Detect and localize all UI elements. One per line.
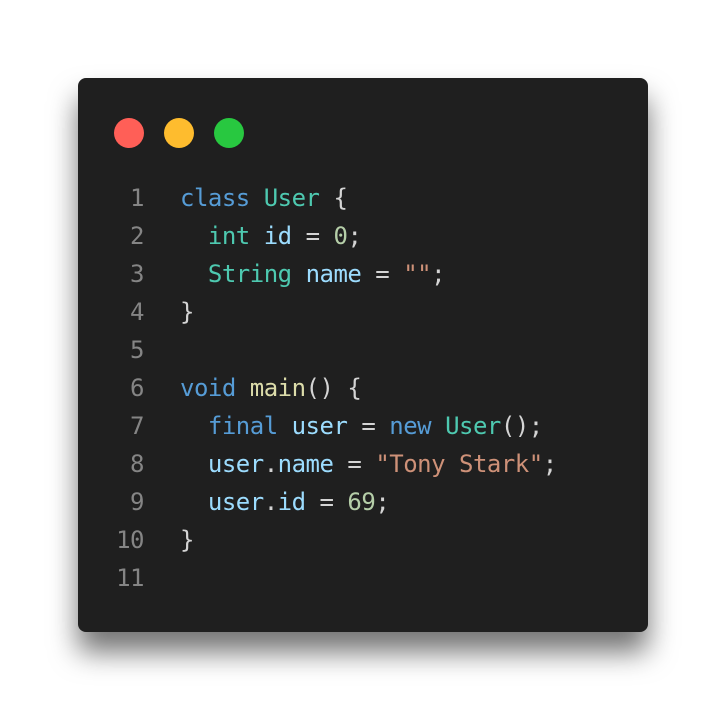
line-number: 9 <box>130 488 144 516</box>
code-token: name <box>305 260 362 288</box>
code-token: = <box>291 222 334 250</box>
code-token: user <box>207 450 264 478</box>
code-token: 0 <box>333 222 348 250</box>
line-number: 8 <box>130 450 144 478</box>
code-token: class <box>180 184 250 212</box>
code-token: "Tony Stark" <box>375 450 543 478</box>
code-token: { <box>319 184 348 212</box>
code-token: "" <box>403 260 432 288</box>
code-text: } <box>180 521 194 559</box>
code-token: user <box>207 488 264 516</box>
code-line: 8 user.name = "Tony Stark"; <box>78 445 557 483</box>
code-token: = <box>347 412 390 440</box>
code-line: 9 user.id = 69; <box>78 483 557 521</box>
code-token: (); <box>500 412 543 440</box>
code-token: User <box>263 184 320 212</box>
code-token: void <box>180 374 236 402</box>
code-token: = <box>305 488 348 516</box>
code-line: 1 class User { <box>78 179 557 217</box>
code-window: 1 class User {2 int id = 0; 3 String name … <box>78 78 648 632</box>
line-number: 5 <box>130 336 144 364</box>
code-token: } <box>180 526 194 554</box>
code-text: int id = 0; <box>180 217 362 255</box>
code-text: String name = ""; <box>180 255 446 293</box>
code-line: 2 int id = 0; <box>78 217 557 255</box>
code-block: 1 class User {2 int id = 0; 3 String name … <box>78 179 557 597</box>
window-controls <box>114 118 244 148</box>
code-token: = <box>333 450 376 478</box>
code-token: } <box>180 298 194 326</box>
code-line: 3 String name = ""; <box>78 255 557 293</box>
code-text: void main() { <box>180 369 362 407</box>
line-number: 3 <box>130 260 144 288</box>
code-token: main <box>249 374 306 402</box>
code-line: 10} <box>78 521 557 559</box>
line-number: 4 <box>130 298 144 326</box>
code-token: id <box>263 222 292 250</box>
code-line: 7 final user = new User(); <box>78 407 557 445</box>
code-line: 5 <box>78 331 557 369</box>
code-line: 4} <box>78 293 557 331</box>
code-token: new <box>389 412 432 440</box>
close-button[interactable] <box>114 118 144 148</box>
line-number: 1 <box>130 184 144 212</box>
line-number: 6 <box>130 374 144 402</box>
line-number: 11 <box>116 564 144 592</box>
code-token: name <box>277 450 334 478</box>
line-number: 2 <box>130 222 144 250</box>
code-token: . <box>263 450 278 478</box>
code-line: 11 <box>78 559 557 597</box>
code-text: user.id = 69; <box>180 483 390 521</box>
code-token: id <box>277 488 306 516</box>
code-token: User <box>445 412 501 440</box>
code-token: String <box>207 260 292 288</box>
code-token: final <box>207 412 278 440</box>
code-text: } <box>180 293 194 331</box>
code-token: ; <box>542 450 557 478</box>
code-token: = <box>361 260 404 288</box>
code-token: 69 <box>347 488 376 516</box>
code-token: () { <box>305 374 362 402</box>
line-number: 7 <box>130 412 144 440</box>
code-token: int <box>207 222 250 250</box>
code-text: user.name = "Tony Stark"; <box>180 445 557 483</box>
code-token: ; <box>347 222 362 250</box>
code-token: ; <box>375 488 390 516</box>
code-text: class User { <box>180 179 348 217</box>
maximize-button[interactable] <box>214 118 244 148</box>
minimize-button[interactable] <box>164 118 194 148</box>
code-line: 6 void main() { <box>78 369 557 407</box>
line-number: 10 <box>116 526 144 554</box>
code-token: . <box>263 488 278 516</box>
code-text: final user = new User(); <box>180 407 543 445</box>
code-token: ; <box>431 260 446 288</box>
code-token: user <box>291 412 348 440</box>
